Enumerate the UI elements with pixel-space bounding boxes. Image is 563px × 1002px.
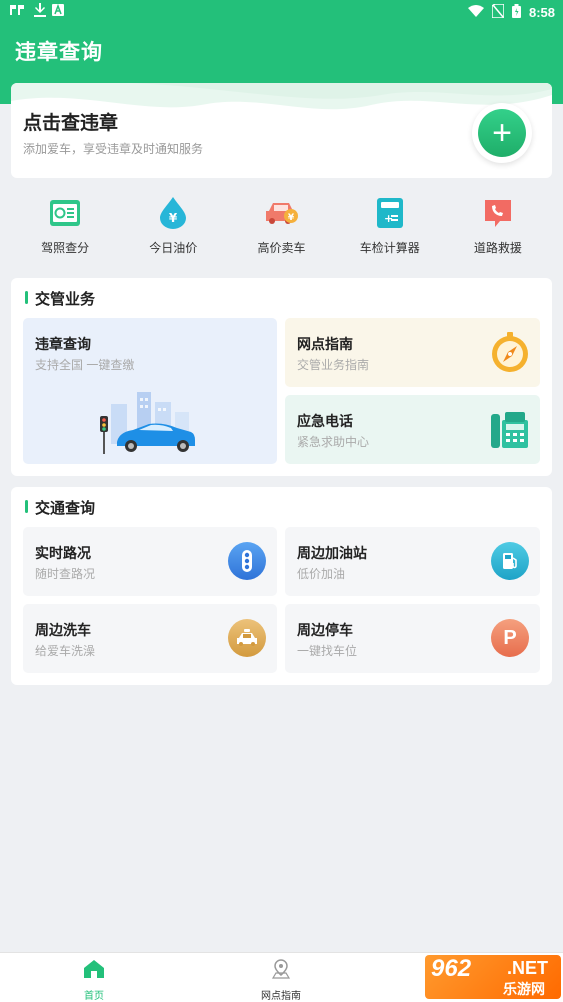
tile-subtitle: 给爱车洗澡 xyxy=(35,644,96,658)
status-system: 8:58 xyxy=(467,2,555,21)
compass-icon xyxy=(488,330,532,374)
add-car-button[interactable]: + xyxy=(472,103,532,163)
quick-oil-price[interactable]: ¥ 今日油价 xyxy=(119,195,227,260)
tile-subtitle: 一键找车位 xyxy=(297,644,358,658)
traffic-business-section: 交管业务 违章查询 支持全国 一键查缴 网点指南 交管业务指南 应急电话 紧急求… xyxy=(11,278,552,476)
quick-label: 高价卖车 xyxy=(257,241,306,255)
page-title: 违章查询 xyxy=(15,41,103,64)
map-pin-icon xyxy=(270,959,292,984)
watermark-number: 962 xyxy=(431,955,472,982)
wifi-icon xyxy=(467,4,484,20)
svg-text:+: + xyxy=(384,212,393,225)
gas-pump-icon xyxy=(488,539,532,583)
outlet-guide-tile[interactable]: 网点指南 交管业务指南 xyxy=(285,318,540,387)
nearby-parking-tile[interactable]: 周边停车 一键找车位 P xyxy=(285,604,540,673)
quick-label: 车检计算器 xyxy=(359,241,420,255)
status-time: 8:58 xyxy=(528,4,555,20)
nav-home[interactable]: 首页 xyxy=(44,959,144,1002)
quick-sell-car[interactable]: ¥ 高价卖车 xyxy=(227,195,335,260)
download-icon xyxy=(34,3,46,21)
bug-icon xyxy=(8,3,28,21)
tile-subtitle: 随时查路况 xyxy=(35,567,96,581)
traffic-light-icon xyxy=(225,539,269,583)
car-wash-icon xyxy=(225,616,269,660)
quick-label: 今日油价 xyxy=(149,241,198,255)
violation-query-tile[interactable]: 违章查询 支持全国 一键查缴 xyxy=(23,318,277,464)
quick-road-rescue[interactable]: 道路救援 xyxy=(444,195,552,260)
quick-inspection-calculator[interactable]: + 车检计算器 xyxy=(336,195,444,260)
emergency-call-tile[interactable]: 应急电话 紧急求助中心 xyxy=(285,395,540,464)
quick-license-points[interactable]: 驾照查分 xyxy=(11,195,119,260)
tile-title: 实时路况 xyxy=(35,545,91,561)
nav-home-label: 首页 xyxy=(84,991,104,1002)
svg-text:¥: ¥ xyxy=(287,213,294,223)
nearby-car-wash-tile[interactable]: 周边洗车 给爱车洗澡 xyxy=(23,604,277,673)
watermark-net: .NET xyxy=(507,958,549,978)
watermark-cn: 乐游网 xyxy=(503,981,545,997)
plus-icon: + xyxy=(478,109,526,157)
tile-title: 周边洗车 xyxy=(35,622,91,638)
traffic-query-section: 交通查询 实时路况 随时查路况 周边加油站 低价加油 周边洗车 给爱车洗澡 周边… xyxy=(11,487,552,685)
nav-guide-label: 网点指南 xyxy=(261,991,301,1002)
section-title: 交管业务 xyxy=(25,288,95,309)
city-car-illustration xyxy=(100,392,195,454)
nav-outlet-guide[interactable]: 网点指南 xyxy=(231,959,331,1002)
sell-car-icon: ¥ xyxy=(264,195,300,231)
tile-subtitle: 交管业务指南 xyxy=(297,358,370,372)
hero-subtitle: 添加爱车，享受违章及时通知服务 xyxy=(23,142,204,156)
tile-title: 周边停车 xyxy=(297,622,353,638)
tile-title: 违章查询 xyxy=(35,336,91,352)
tile-subtitle: 紧急求助中心 xyxy=(297,435,370,449)
site-watermark: 962 .NET 乐游网 xyxy=(425,955,561,999)
nearby-gas-station-tile[interactable]: 周边加油站 低价加油 xyxy=(285,527,540,596)
status-bar: 8:58 xyxy=(0,0,563,24)
parking-icon: P xyxy=(488,616,532,660)
oil-drop-icon: ¥ xyxy=(155,195,191,231)
tile-title: 周边加油站 xyxy=(297,545,367,561)
tile-title: 网点指南 xyxy=(297,336,353,352)
quick-actions: 驾照查分 ¥ 今日油价 ¥ 高价卖车 + 车检计算器 道路救援 xyxy=(11,195,552,260)
rescue-phone-icon xyxy=(480,195,516,231)
tile-title: 应急电话 xyxy=(297,413,353,429)
real-time-traffic-tile[interactable]: 实时路况 随时查路况 xyxy=(23,527,277,596)
telephone-icon xyxy=(488,407,532,451)
hero-title: 点击查违章 xyxy=(23,113,119,134)
quick-label: 驾照查分 xyxy=(41,241,90,255)
tile-subtitle: 低价加油 xyxy=(297,567,346,581)
status-notifications xyxy=(8,3,64,21)
calculator-icon: + xyxy=(372,195,408,231)
quick-label: 道路救援 xyxy=(473,241,522,255)
home-icon xyxy=(83,959,105,984)
no-sim-icon xyxy=(491,2,505,21)
tile-subtitle: 支持全国 一键查缴 xyxy=(35,358,135,372)
section-title: 交通查询 xyxy=(25,497,95,518)
svg-text:¥: ¥ xyxy=(169,211,178,225)
license-icon xyxy=(47,195,83,231)
keyboard-icon xyxy=(52,3,64,20)
battery-icon xyxy=(511,3,521,21)
add-car-card[interactable]: 点击查违章 添加爱车，享受违章及时通知服务 + xyxy=(11,83,552,178)
